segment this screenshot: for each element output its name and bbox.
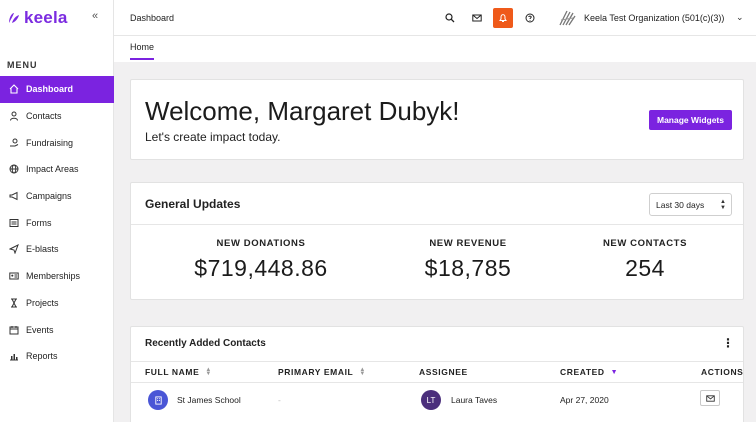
stat-label: NEW DONATIONS (216, 238, 306, 249)
sidebar-item-label: Fundraising (26, 137, 74, 148)
brand-name: keela (24, 8, 68, 27)
organization-name[interactable]: Keela Test Organization (501(c)(3)) (584, 13, 724, 23)
assignee-avatar: LT (421, 390, 441, 410)
sidebar-item-contacts[interactable]: Contacts (0, 103, 114, 130)
contact-email: - (278, 395, 281, 405)
general-updates-title: General Updates (145, 197, 241, 211)
menu-label: MENU (7, 60, 38, 70)
sidebar-item-reports[interactable]: Reports (0, 343, 114, 370)
sidebar-item-label: Events (26, 324, 54, 335)
sidebar-item-impact-areas[interactable]: Impact Areas (0, 156, 114, 183)
period-select-value: Last 30 days (656, 199, 705, 210)
sidebar-item-label: Reports (26, 351, 58, 362)
chevron-down-icon[interactable]: ⌄ (736, 12, 744, 23)
hourglass-icon (8, 297, 19, 308)
stat-label: NEW CONTACTS (602, 238, 688, 249)
period-select[interactable]: Last 30 days ▲ ▼ (649, 193, 732, 216)
bell-icon[interactable] (493, 8, 513, 28)
column-header-label: ACTIONS (701, 367, 744, 377)
column-header-created[interactable]: CREATED ▼ (560, 367, 618, 377)
globe-icon (8, 164, 19, 175)
stat-value: $719,448.86 (194, 255, 328, 281)
assignee-name: Laura Taves (451, 395, 498, 405)
sidebar-item-label: E-blasts (26, 244, 59, 255)
column-header-assignee[interactable]: ASSIGNEE (419, 367, 468, 377)
sidebar-item-label: Dashboard (26, 84, 74, 95)
stat-new-donations: NEW DONATIONS $719,448.86 (186, 238, 336, 282)
contact-name[interactable]: St James School (177, 395, 241, 405)
manage-widgets-button[interactable]: Manage Widgets (649, 110, 732, 130)
sort-icon: ▲ ▼ (359, 367, 366, 377)
column-header-actions: ACTIONS (701, 367, 743, 377)
sidebar-item-e-blasts[interactable]: E-blasts (0, 236, 114, 263)
recent-contacts-card: Recently Added Contacts ⋮ FULL NAME ▲ ▼ P… (130, 326, 744, 422)
bar-chart-icon (8, 351, 19, 362)
recent-contacts-title: Recently Added Contacts (145, 338, 266, 349)
hand-coin-icon (8, 137, 19, 148)
collapse-sidebar-icon[interactable]: « (92, 10, 98, 22)
select-arrows-icon: ▲ ▼ (720, 199, 726, 211)
stat-new-contacts: NEW CONTACTS 254 (570, 238, 720, 282)
help-icon[interactable] (522, 10, 538, 26)
organization-logo-icon (559, 10, 576, 26)
sidebar-item-label: Contacts (26, 111, 62, 122)
sidebar-item-label: Impact Areas (26, 164, 79, 175)
sidebar-item-label: Forms (26, 217, 52, 228)
search-icon[interactable] (442, 10, 458, 26)
sidebar-item-events[interactable]: Events (0, 316, 114, 343)
megaphone-icon (8, 191, 19, 202)
divider (131, 224, 743, 225)
stat-label: NEW REVENUE (429, 238, 507, 249)
calendar-icon (8, 324, 19, 335)
stat-value: 254 (625, 255, 665, 281)
more-options-icon[interactable]: ⋮ (722, 337, 734, 349)
created-date: Apr 27, 2020 (560, 395, 609, 405)
general-updates-card: General Updates Last 30 days ▲ ▼ NEW DONA… (130, 182, 744, 300)
sidebar-item-label: Projects (26, 297, 59, 308)
sort-desc-icon: ▼ (610, 368, 619, 376)
tab-bar: Home (114, 36, 756, 62)
organization-avatar-icon (148, 390, 168, 410)
breadcrumb: Dashboard (130, 13, 175, 23)
welcome-card: Welcome, Margaret Dubyk! Let's create im… (130, 79, 744, 160)
paper-plane-icon (8, 244, 19, 255)
welcome-subtitle: Let's create impact today. (145, 130, 281, 144)
column-header-full-name[interactable]: FULL NAME ▲ ▼ (145, 367, 212, 377)
sidebar-item-label: Campaigns (26, 191, 72, 202)
send-email-button[interactable] (700, 390, 720, 406)
mail-icon (705, 394, 715, 402)
divider (131, 361, 743, 362)
sidebar-item-campaigns[interactable]: Campaigns (0, 183, 114, 210)
person-icon (8, 111, 19, 122)
sidebar-item-forms[interactable]: Forms (0, 209, 114, 236)
sort-icon: ▲ ▼ (205, 367, 212, 377)
stat-new-revenue: NEW REVENUE $18,785 (393, 238, 543, 282)
sidebar-item-projects[interactable]: Projects (0, 290, 114, 317)
divider (131, 382, 743, 383)
welcome-title: Welcome, Margaret Dubyk! (145, 96, 460, 126)
home-icon (8, 84, 19, 95)
keela-logo-icon (9, 13, 19, 23)
column-header-primary-email[interactable]: PRIMARY EMAIL ▲ ▼ (278, 367, 366, 377)
sidebar-item-memberships[interactable]: Memberships (0, 263, 114, 290)
topbar: Dashboard Keela Test Organization (501(c… (114, 0, 756, 36)
column-header-label: ASSIGNEE (419, 367, 468, 377)
sidebar-nav: Dashboard Contacts Fundraising Impact Ar… (0, 76, 114, 370)
stat-value: $18,785 (424, 255, 512, 281)
column-header-label: FULL NAME (145, 367, 200, 377)
sidebar-item-dashboard[interactable]: Dashboard (0, 76, 114, 103)
sidebar-item-label: Memberships (26, 271, 81, 282)
form-icon (8, 217, 19, 228)
sidebar: keela « MENU Dashboard Contacts Fundrais… (0, 0, 114, 422)
id-card-icon (8, 271, 19, 282)
column-header-label: PRIMARY EMAIL (278, 367, 354, 377)
column-header-label: CREATED (560, 367, 605, 377)
tab-home[interactable]: Home (130, 42, 155, 60)
sidebar-item-fundraising[interactable]: Fundraising (0, 129, 114, 156)
mail-icon[interactable] (469, 10, 485, 26)
